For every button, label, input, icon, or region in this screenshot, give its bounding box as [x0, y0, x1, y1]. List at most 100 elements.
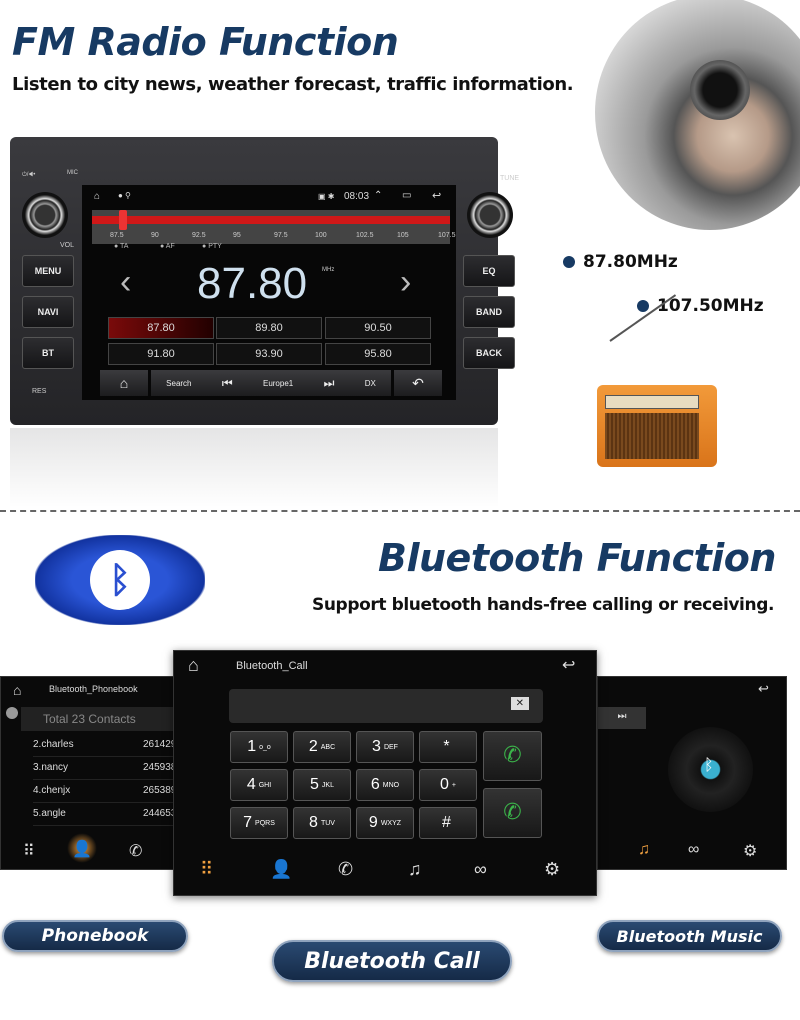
- dial-key[interactable]: 0 +: [419, 769, 477, 801]
- unit-reflection: [10, 428, 498, 508]
- contact-row[interactable]: 3.nancy 2459386: [33, 762, 183, 780]
- key-digit: 1: [247, 738, 257, 755]
- preset-1[interactable]: 87.80: [108, 317, 214, 339]
- photo-knob: [690, 60, 750, 120]
- menu-button[interactable]: MENU: [22, 255, 74, 287]
- home-icon[interactable]: ⌂: [94, 191, 100, 202]
- bluetooth-icon: ᛒ: [704, 757, 714, 774]
- key-letters: JKL: [321, 781, 334, 789]
- bt-title: Bluetooth Function: [378, 536, 776, 580]
- eq-button[interactable]: EQ: [463, 255, 515, 287]
- frequency-unit: MHz: [322, 267, 335, 273]
- preset-3[interactable]: 90.50: [325, 317, 431, 339]
- tuner-slider[interactable]: [118, 210, 127, 230]
- link-icon[interactable]: ∞: [474, 859, 487, 880]
- dial-key[interactable]: *: [419, 731, 477, 763]
- return-icon[interactable]: ↩: [432, 189, 441, 202]
- ta-flag: ● TA: [114, 243, 129, 250]
- call-screen: ⌂ Bluetooth_Call ↩ ✕ 1 o_o 2 ABC 3 DEF * 4 GHI 5 J…: [173, 650, 597, 896]
- dial-key[interactable]: 2 ABC: [293, 731, 351, 763]
- dial-key[interactable]: 3 DEF: [356, 731, 414, 763]
- dial-number-input[interactable]: ✕: [229, 689, 543, 723]
- music-note-icon[interactable]: ♫: [638, 841, 650, 859]
- home-button[interactable]: ⌂: [100, 370, 148, 396]
- next-track-button[interactable]: ⏭: [598, 707, 646, 729]
- contacts-icon[interactable]: 👤: [270, 859, 292, 880]
- dial-key[interactable]: 1 o_o: [230, 731, 288, 763]
- key-letters: GHI: [258, 781, 272, 789]
- contacts-icon[interactable]: 👤: [67, 833, 97, 863]
- search-button[interactable]: Search: [166, 379, 191, 388]
- transfer-call-button[interactable]: ✆: [483, 788, 542, 838]
- dial-key[interactable]: 6 MNO: [356, 769, 414, 801]
- dialpad-icon[interactable]: ⠿: [23, 841, 35, 861]
- settings-icon[interactable]: ⚙: [544, 859, 560, 880]
- dial-key[interactable]: #: [419, 807, 477, 839]
- key-digit: 7: [243, 814, 253, 831]
- section-divider: [0, 510, 800, 512]
- scale-tick: 95: [233, 232, 241, 239]
- home-icon[interactable]: ⌂: [13, 682, 21, 698]
- call-log-icon[interactable]: ✆: [338, 859, 353, 880]
- af-flag: ● AF: [160, 243, 175, 250]
- preset-4[interactable]: 91.80: [108, 343, 214, 365]
- tune-label: TUNE: [500, 175, 520, 182]
- radio-grille: [605, 413, 699, 459]
- volume-knob[interactable]: [22, 192, 68, 238]
- key-digit: 5: [310, 776, 319, 793]
- navi-button[interactable]: NAVI: [22, 296, 74, 328]
- expand-icon[interactable]: ⌃: [374, 190, 382, 201]
- location-icon: ● ⚲: [118, 191, 131, 200]
- settings-icon[interactable]: ⚙: [743, 841, 757, 861]
- knob-photo: [595, 0, 800, 230]
- band-name[interactable]: Europe1: [263, 379, 293, 388]
- prev-station-icon[interactable]: ‹: [120, 263, 131, 302]
- scroll-handle[interactable]: [6, 707, 18, 719]
- scale-tick: 105: [397, 232, 409, 239]
- home-icon[interactable]: ⌂: [188, 655, 199, 676]
- vol-label: VOL: [60, 242, 75, 249]
- prev-seek-icon[interactable]: ⏮: [222, 376, 233, 391]
- back-arrow-button[interactable]: ↶: [394, 370, 442, 396]
- next-seek-icon[interactable]: ⏭: [324, 376, 335, 391]
- af-label: AF: [165, 243, 175, 250]
- preset-6[interactable]: 95.80: [325, 343, 431, 365]
- preset-5[interactable]: 93.90: [216, 343, 322, 365]
- callout-1-text: 87.80MHz: [583, 252, 678, 272]
- bluetooth-status-icon: ▣ ✱: [318, 192, 335, 201]
- key-digit: 6: [370, 776, 380, 793]
- fm-title: FM Radio Function: [12, 20, 399, 64]
- dial-key[interactable]: 8 TUV: [293, 807, 351, 839]
- contact-row[interactable]: 5.angle 2446536: [33, 808, 183, 826]
- tuner-scale[interactable]: 87.5 90 92.5 95 97.5 100 102.5 105 107.5: [92, 210, 456, 244]
- bt-subtitle: Support bluetooth hands-free calling or …: [312, 595, 775, 615]
- dial-key[interactable]: 5 JKL: [293, 769, 351, 801]
- dial-key[interactable]: 4 GHI: [230, 769, 288, 801]
- dial-key[interactable]: 9 WXYZ: [356, 807, 414, 839]
- dx-button[interactable]: DX: [365, 379, 376, 388]
- return-icon[interactable]: ↩: [562, 655, 575, 675]
- dial-key[interactable]: 7 PQRS: [230, 807, 288, 839]
- call-button[interactable]: ✆: [483, 731, 542, 781]
- dialpad-icon[interactable]: ⠿: [200, 859, 213, 880]
- link-icon[interactable]: ∞: [688, 841, 699, 859]
- next-station-icon[interactable]: ›: [400, 263, 411, 302]
- contact-search-input[interactable]: Total 23 Contacts: [21, 707, 181, 731]
- back-button[interactable]: BACK: [463, 337, 515, 369]
- preset-2[interactable]: 89.80: [216, 317, 322, 339]
- call-log-icon[interactable]: ✆: [129, 841, 142, 861]
- band-button[interactable]: BAND: [463, 296, 515, 328]
- return-icon[interactable]: ↩: [758, 681, 769, 697]
- key-digit: #: [442, 814, 451, 831]
- phonebook-screen: ⌂ Bluetooth_Phonebook Total 23 Contacts …: [0, 676, 183, 870]
- key-letters: WXYZ: [380, 819, 402, 827]
- contact-row[interactable]: 4.chenjx 2653897: [33, 785, 183, 803]
- backspace-icon[interactable]: ✕: [510, 697, 529, 710]
- music-icon[interactable]: ♫: [408, 859, 422, 880]
- callout-2-text: 107.50MHz: [657, 296, 764, 316]
- contact-row[interactable]: 2.charles 2614296: [33, 739, 183, 757]
- recent-apps-icon[interactable]: ▭: [402, 190, 411, 201]
- tune-knob[interactable]: [467, 192, 513, 238]
- bt-button[interactable]: BT: [22, 337, 74, 369]
- ta-label: TA: [120, 243, 129, 250]
